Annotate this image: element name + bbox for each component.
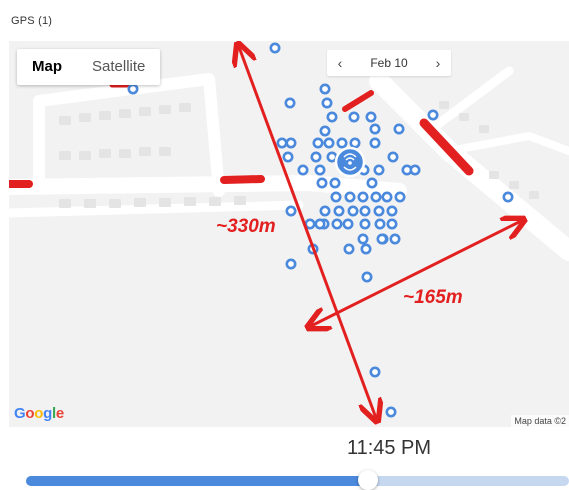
location-dot-icon[interactable]	[329, 177, 341, 189]
location-dot-icon[interactable]	[359, 205, 371, 217]
google-logo: Google	[14, 405, 64, 422]
chevron-right-icon[interactable]: ›	[425, 55, 451, 71]
map-view[interactable]: ~330m ~165m Map Satellite ‹ Feb 10 › Goo…	[9, 41, 569, 427]
location-dot-icon[interactable]	[370, 191, 382, 203]
location-dot-icon[interactable]	[366, 177, 378, 189]
location-dot-icon[interactable]	[314, 164, 326, 176]
location-dot-icon[interactable]	[269, 42, 281, 54]
location-dot-icon[interactable]	[386, 205, 398, 217]
location-dot-icon[interactable]	[336, 137, 348, 149]
location-dot-icon[interactable]	[502, 191, 514, 203]
chevron-left-icon[interactable]: ‹	[327, 55, 353, 71]
location-dot-icon[interactable]	[310, 151, 322, 163]
location-dot-icon[interactable]	[312, 137, 324, 149]
location-dot-icon[interactable]	[319, 205, 331, 217]
location-dot-icon[interactable]	[385, 406, 397, 418]
location-dot-icon[interactable]	[319, 83, 331, 95]
map-type-control: Map Satellite	[17, 49, 161, 85]
location-dot-icon[interactable]	[357, 191, 369, 203]
location-dot-icon[interactable]	[365, 111, 377, 123]
location-dot-icon[interactable]	[330, 191, 342, 203]
distance-label-long: ~330m	[216, 216, 276, 237]
location-dot-icon[interactable]	[374, 218, 386, 230]
location-dot-icon[interactable]	[376, 233, 388, 245]
location-dot-icon[interactable]	[369, 123, 381, 135]
location-dot-icon[interactable]	[389, 233, 401, 245]
location-dot-icon[interactable]	[127, 83, 139, 95]
location-dot-icon[interactable]	[409, 164, 421, 176]
map-canvas	[9, 41, 569, 427]
gps-markers	[127, 42, 514, 418]
location-dot-icon[interactable]	[284, 97, 296, 109]
location-dot-icon[interactable]	[316, 177, 328, 189]
location-dot-icon[interactable]	[393, 123, 405, 135]
timeline-time: 11:45 PM	[346, 437, 432, 459]
map-type-satellite-button[interactable]: Satellite	[77, 49, 160, 85]
location-dot-icon[interactable]	[361, 271, 373, 283]
location-dot-icon[interactable]	[349, 137, 361, 149]
location-dot-icon[interactable]	[304, 218, 316, 230]
location-dot-icon[interactable]	[386, 218, 398, 230]
location-dot-icon[interactable]	[333, 205, 345, 217]
wifi-signal-icon[interactable]	[334, 146, 366, 178]
location-dot-icon[interactable]	[297, 164, 309, 176]
timeline-slider[interactable]	[26, 470, 569, 490]
location-dot-icon[interactable]	[373, 164, 385, 176]
location-dot-icon[interactable]	[285, 205, 297, 217]
location-dot-icon[interactable]	[357, 233, 369, 245]
location-dot-icon[interactable]	[373, 205, 385, 217]
location-dot-icon[interactable]	[344, 191, 356, 203]
distance-arrow-short	[311, 221, 521, 326]
location-dot-icon[interactable]	[321, 97, 333, 109]
location-dot-icon[interactable]	[427, 109, 439, 121]
location-dot-icon[interactable]	[343, 243, 355, 255]
location-dot-icon[interactable]	[369, 366, 381, 378]
location-dot-icon[interactable]	[369, 137, 381, 149]
location-dot-icon[interactable]	[326, 111, 338, 123]
location-dot-icon[interactable]	[331, 218, 343, 230]
location-dot-icon[interactable]	[359, 218, 371, 230]
location-dot-icon[interactable]	[285, 258, 297, 270]
location-dot-icon[interactable]	[342, 218, 354, 230]
slider-thumb[interactable]	[358, 470, 379, 490]
location-dot-icon[interactable]	[276, 137, 288, 149]
location-dot-icon[interactable]	[282, 151, 294, 163]
gps-card-title: GPS (1)	[11, 15, 53, 27]
distance-arrows	[239, 47, 521, 418]
location-dot-icon[interactable]	[347, 205, 359, 217]
location-dot-icon[interactable]	[285, 137, 297, 149]
date-navigator: ‹ Feb 10 ›	[327, 50, 451, 76]
date-label: Feb 10	[370, 56, 408, 70]
distance-label-short: ~165m	[403, 287, 463, 308]
location-dot-icon[interactable]	[394, 191, 406, 203]
location-dot-icon[interactable]	[314, 218, 326, 230]
location-dot-icon[interactable]	[319, 125, 331, 137]
location-dot-icon[interactable]	[323, 137, 335, 149]
location-dot-icon[interactable]	[381, 191, 393, 203]
location-dot-icon[interactable]	[360, 243, 372, 255]
location-dot-icon[interactable]	[387, 151, 399, 163]
location-dot-icon[interactable]	[348, 111, 360, 123]
slider-fill	[26, 476, 369, 486]
map-attribution: Map data ©2	[511, 415, 569, 427]
map-type-map-button[interactable]: Map	[17, 49, 77, 85]
